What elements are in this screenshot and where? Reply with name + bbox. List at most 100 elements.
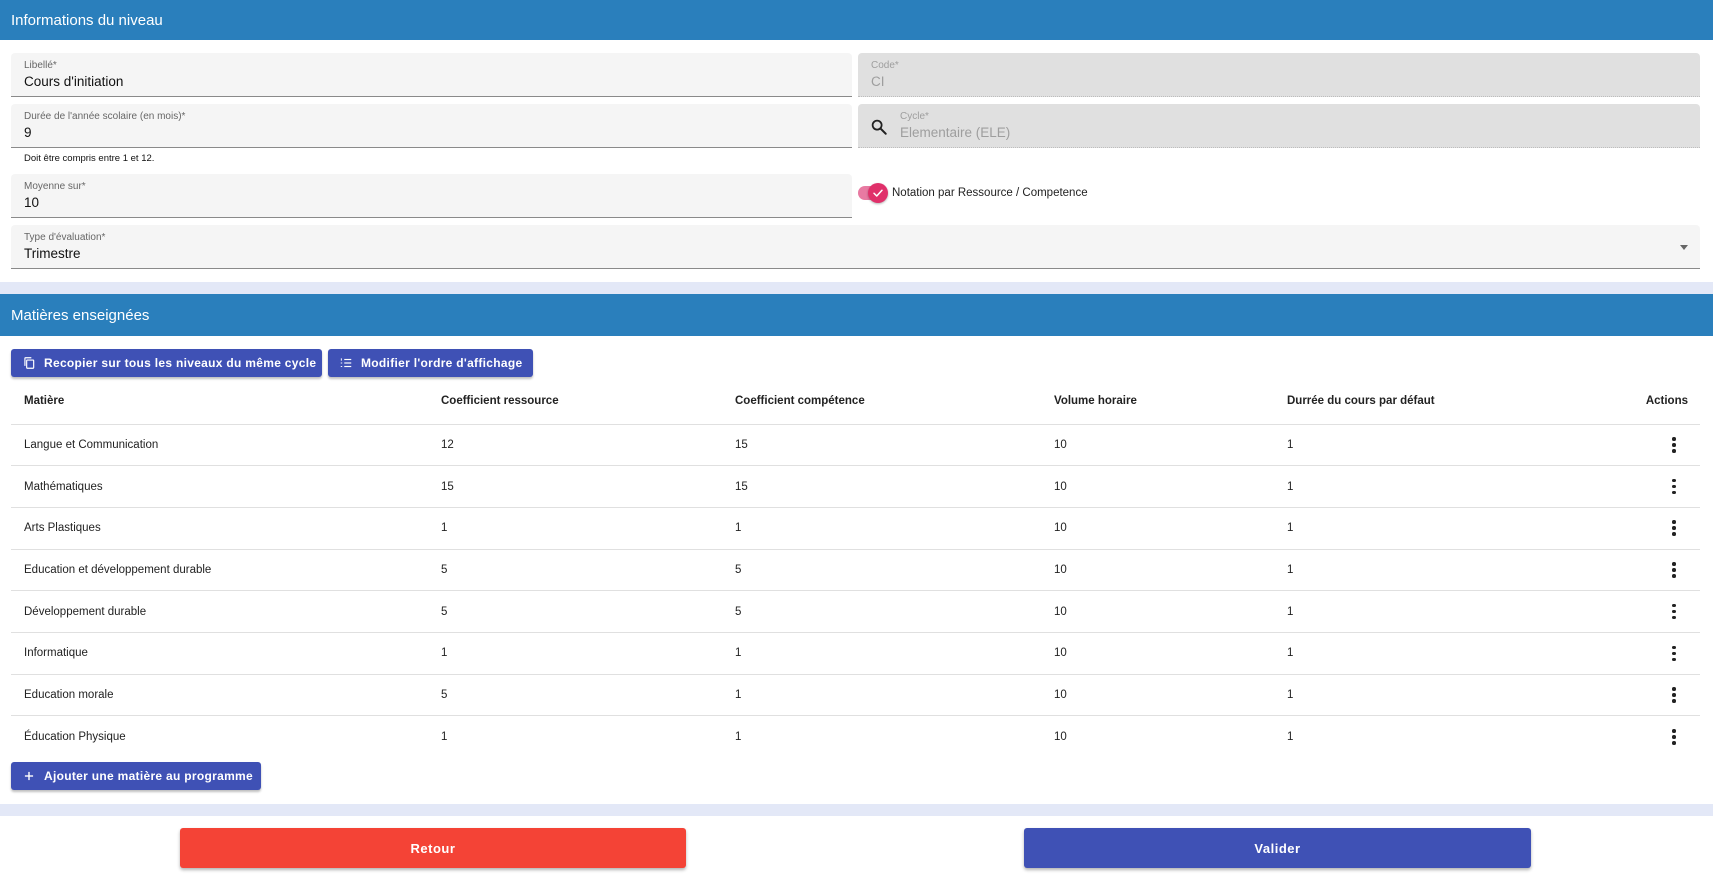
more-vert-icon[interactable] (1660, 725, 1688, 749)
dropdown-arrow-icon[interactable] (1680, 245, 1688, 250)
subjects-panel: Matières enseignées Recopier sur tous le… (0, 294, 1713, 804)
libelle-field[interactable]: Libellé* Cours d'initiation (11, 53, 852, 97)
more-vert-icon[interactable] (1660, 516, 1688, 540)
code-label: Code* (871, 60, 899, 71)
table-cell: Informatique (11, 632, 441, 675)
actions-cell (1587, 549, 1700, 592)
table-cell: Langue et Communication (11, 424, 441, 467)
moyenne-field[interactable]: Moyenne sur* 10 (11, 174, 852, 218)
back-button[interactable]: Retour (180, 828, 686, 868)
level-info-panel: Informations du niveau Libellé* Cours d'… (0, 0, 1713, 282)
table-cell: Arts Plastiques (11, 507, 441, 550)
duree-value: 9 (24, 125, 32, 140)
subjects-header: Matières enseignées (0, 294, 1713, 336)
table-cell: 5 (735, 590, 1054, 633)
table-cell: 1 (1287, 507, 1587, 550)
table-cell: 1 (1287, 730, 1294, 743)
column-header[interactable]: Coefficient ressource (441, 378, 735, 425)
code-field: Code* CI (858, 53, 1700, 97)
table-cell: Mathématiques (11, 465, 441, 508)
table-cell: 10 (1054, 424, 1287, 467)
subjects-table: Matière Coefficient ressource Coefficien… (11, 378, 1700, 758)
notation-toggle[interactable]: Notation par Ressource / Competence (858, 183, 1088, 203)
level-info-header: Informations du niveau (0, 0, 1713, 40)
code-value: CI (871, 74, 885, 89)
table-cell: 10 (1054, 674, 1287, 717)
table-row[interactable]: Langue et Communication 12 15 10 1 (11, 424, 1700, 467)
actions-cell (1587, 465, 1700, 508)
more-vert-icon[interactable] (1660, 558, 1688, 582)
table-cell: 10 (1054, 507, 1287, 550)
more-vert-icon[interactable] (1660, 433, 1688, 457)
actions-cell (1587, 716, 1700, 758)
column-header[interactable]: Volume horaire (1054, 378, 1287, 425)
more-vert-icon[interactable] (1660, 683, 1688, 707)
notation-toggle-label: Notation par Ressource / Competence (892, 187, 1088, 199)
libelle-value: Cours d'initiation (24, 74, 124, 89)
copy-to-cycle-button[interactable]: Recopier sur tous les niveaux du même cy… (11, 349, 322, 377)
table-cell: 15 (735, 424, 1054, 467)
table-cell: 1 (1287, 632, 1587, 675)
table-cell: 1 (441, 632, 735, 675)
table-cell: Développement durable (11, 590, 441, 633)
table-cell: 10 (1054, 730, 1067, 743)
level-info-title: Informations du niveau (11, 11, 163, 29)
type-evaluation-label: Type d'évaluation* (24, 232, 106, 243)
table-cell: 5 (441, 549, 735, 592)
libelle-label: Libellé* (24, 60, 57, 71)
table-cell: 10 (1054, 590, 1287, 633)
submit-button-label: Valider (1254, 840, 1301, 856)
cycle-value: Elementaire (ELE) (900, 125, 1011, 140)
column-header[interactable]: Matière (11, 378, 441, 425)
table-cell: 12 (441, 424, 735, 467)
table-cell: 1 (1287, 674, 1587, 717)
table-row[interactable]: Développement durable 5 5 10 1 (11, 590, 1700, 633)
table-cell: 5 (441, 674, 735, 717)
toggle-thumb[interactable] (868, 183, 888, 203)
duree-field[interactable]: Durée de l'année scolaire (en mois)* 9 (11, 104, 852, 148)
more-vert-icon[interactable] (1660, 641, 1688, 665)
table-cell: 1 (735, 674, 1054, 717)
table-cell: 15 (735, 465, 1054, 508)
reorder-label: Modifier l'ordre d'affichage (361, 356, 523, 370)
table-cell: 1 (1287, 590, 1587, 633)
actions-cell (1587, 590, 1700, 633)
type-evaluation-value: Trimestre (24, 246, 81, 261)
column-header[interactable]: Coefficient compétence (735, 378, 1054, 425)
table-cell: 1 (735, 507, 1054, 550)
table-cell: 10 (1054, 549, 1287, 592)
table-row[interactable]: Mathématiques 15 15 10 1 (11, 465, 1700, 508)
duree-hint: Doit être compris entre 1 et 12. (24, 153, 155, 164)
ordered-list-icon (340, 358, 352, 368)
column-header: Actions (1587, 378, 1700, 425)
table-cell: 5 (735, 549, 1054, 592)
table-cell: 1 (735, 730, 742, 743)
table-row[interactable]: Education et développement durable 5 5 10 1 (11, 549, 1700, 592)
add-subject-button[interactable]: Ajouter une matière au programme (11, 762, 261, 790)
table-row[interactable]: Education morale 5 1 10 1 (11, 674, 1700, 717)
table-cell: Education et développement durable (11, 549, 441, 592)
check-icon (873, 189, 883, 197)
subjects-title: Matières enseignées (11, 306, 150, 324)
actions-cell (1587, 632, 1700, 675)
more-vert-icon[interactable] (1660, 600, 1688, 624)
cycle-field: Cycle* Elementaire (ELE) (858, 104, 1700, 148)
table-row[interactable]: Arts Plastiques 1 1 10 1 (11, 507, 1700, 550)
table-cell: 1 (735, 632, 1054, 675)
table-cell: 10 (1054, 632, 1287, 675)
actions-cell (1587, 424, 1700, 467)
table-cell: 1 (1287, 465, 1587, 508)
table-cell: 1 (1287, 549, 1587, 592)
toggle-track[interactable] (858, 183, 888, 203)
more-vert-icon[interactable] (1660, 475, 1688, 499)
back-button-label: Retour (410, 840, 456, 856)
table-row[interactable]: Éducation Physique 1 1 10 1 (11, 716, 1700, 758)
submit-button[interactable]: Valider (1024, 828, 1531, 868)
reorder-button[interactable]: Modifier l'ordre d'affichage (328, 349, 533, 377)
column-header[interactable]: Durrée du cours par défaut (1287, 378, 1587, 425)
table-cell: 15 (441, 465, 735, 508)
table-row[interactable]: Informatique 1 1 10 1 (11, 632, 1700, 675)
search-icon (871, 119, 887, 135)
type-evaluation-select[interactable]: Type d'évaluation* Trimestre (11, 225, 1700, 269)
table-cell: 1 (1287, 424, 1587, 467)
